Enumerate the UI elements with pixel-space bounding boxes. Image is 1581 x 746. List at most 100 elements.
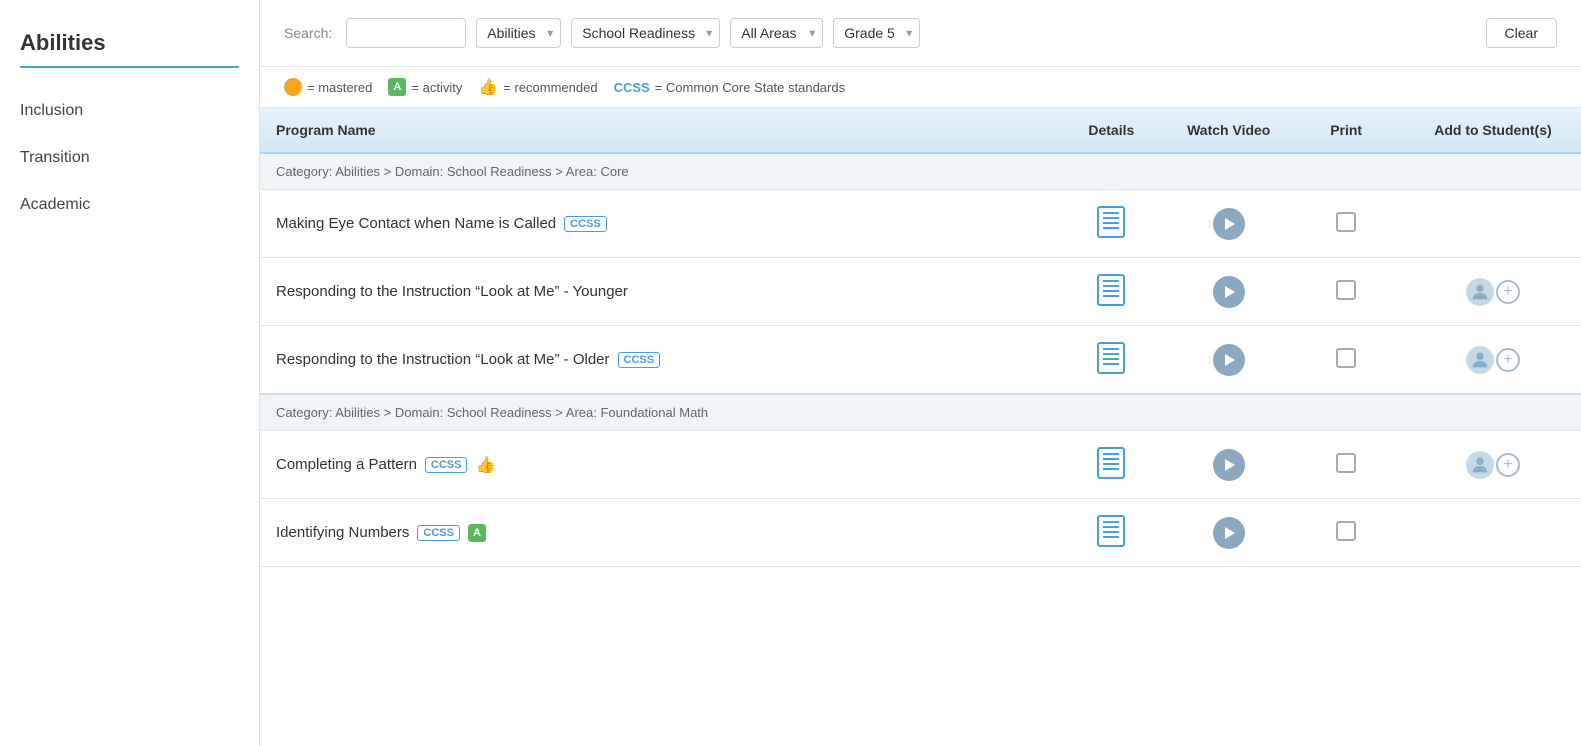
print-checkbox[interactable] xyxy=(1336,280,1356,300)
category-label: Category: Abilities > Domain: School Rea… xyxy=(260,153,1581,190)
play-video-button[interactable] xyxy=(1213,344,1245,376)
print-cell xyxy=(1287,258,1404,326)
play-video-button[interactable] xyxy=(1213,517,1245,549)
details-cell xyxy=(1053,190,1170,258)
header-add-to-students: Add to Student(s) xyxy=(1405,108,1581,153)
print-cell xyxy=(1287,431,1404,499)
table-row: Completing a Pattern CCSS 👍 xyxy=(260,431,1581,499)
details-icon[interactable] xyxy=(1097,342,1125,374)
ccss-desc: = Common Core State standards xyxy=(655,80,845,95)
header-print: Print xyxy=(1287,108,1404,153)
print-checkbox[interactable] xyxy=(1336,521,1356,541)
student-avatar xyxy=(1466,278,1494,306)
details-button[interactable] xyxy=(1097,206,1125,238)
video-cell xyxy=(1170,190,1287,258)
play-video-button[interactable] xyxy=(1213,208,1245,240)
clear-button[interactable]: Clear xyxy=(1486,18,1557,48)
sidebar-title: Abilities xyxy=(20,30,239,68)
video-cell xyxy=(1170,431,1287,499)
search-label: Search: xyxy=(284,25,332,41)
details-button[interactable] xyxy=(1097,342,1125,374)
sidebar-item-academic[interactable]: Academic xyxy=(20,182,239,229)
details-icon[interactable] xyxy=(1097,515,1125,547)
add-plus-button[interactable]: + xyxy=(1496,453,1520,477)
video-cell xyxy=(1170,499,1287,567)
program-name-cell: Responding to the Instruction “Look at M… xyxy=(260,258,1053,326)
details-icon[interactable] xyxy=(1097,447,1125,479)
add-student-td xyxy=(1405,499,1581,567)
activity-label: = activity xyxy=(411,80,462,95)
details-cell xyxy=(1053,258,1170,326)
programs-table-container: Program Name Details Watch Video Print A… xyxy=(260,108,1581,746)
details-icon[interactable] xyxy=(1097,206,1125,238)
domain-filter[interactable]: School Readiness xyxy=(571,18,720,48)
mastered-icon xyxy=(284,78,302,96)
legend-ccss: CCSS = Common Core State standards xyxy=(614,80,846,95)
add-student-td xyxy=(1405,190,1581,258)
sidebar-item-transition[interactable]: Transition xyxy=(20,135,239,182)
legend: = mastered A = activity 👍 = recommended … xyxy=(260,67,1581,108)
video-cell xyxy=(1170,258,1287,326)
print-cell xyxy=(1287,326,1404,395)
activity-icon: A xyxy=(388,78,406,96)
programs-table: Program Name Details Watch Video Print A… xyxy=(260,108,1581,567)
grade-filter-wrapper: Grade 5 xyxy=(833,18,920,48)
mastered-label: = mastered xyxy=(307,80,372,95)
play-video-button[interactable] xyxy=(1213,449,1245,481)
area-filter[interactable]: All Areas xyxy=(730,18,823,48)
area-filter-wrapper: All Areas xyxy=(730,18,823,48)
details-cell xyxy=(1053,326,1170,395)
program-name-text: Responding to the Instruction “Look at M… xyxy=(276,351,610,368)
program-name-text: Making Eye Contact when Name is Called xyxy=(276,215,556,232)
activity-badge: A xyxy=(468,524,486,542)
add-student-cell: + xyxy=(1421,278,1565,306)
table-row: Making Eye Contact when Name is Called C… xyxy=(260,190,1581,258)
details-icon[interactable] xyxy=(1097,274,1125,306)
legend-recommended: 👍 = recommended xyxy=(478,77,597,97)
program-name-cell: Responding to the Instruction “Look at M… xyxy=(260,326,1053,395)
add-student-td: + xyxy=(1405,326,1581,395)
grade-filter[interactable]: Grade 5 xyxy=(833,18,920,48)
header-details: Details xyxy=(1053,108,1170,153)
category-row-foundational-math: Category: Abilities > Domain: School Rea… xyxy=(260,394,1581,431)
add-plus-button[interactable]: + xyxy=(1496,348,1520,372)
details-button[interactable] xyxy=(1097,515,1125,547)
domain-filter-wrapper: School Readiness xyxy=(571,18,720,48)
recommended-icon: 👍 xyxy=(478,77,498,97)
table-row: Responding to the Instruction “Look at M… xyxy=(260,326,1581,395)
add-student-td: + xyxy=(1405,258,1581,326)
table-row: Responding to the Instruction “Look at M… xyxy=(260,258,1581,326)
sidebar-item-inclusion[interactable]: Inclusion xyxy=(20,88,239,135)
print-checkbox[interactable] xyxy=(1336,453,1356,473)
print-checkbox[interactable] xyxy=(1336,212,1356,232)
ccss-label: CCSS xyxy=(614,80,650,95)
search-input[interactable] xyxy=(346,18,466,48)
ccss-badge: CCSS xyxy=(425,457,468,473)
add-plus-button[interactable]: + xyxy=(1496,280,1520,304)
student-avatar xyxy=(1466,451,1494,479)
program-name-text: Completing a Pattern xyxy=(276,456,417,473)
details-button[interactable] xyxy=(1097,447,1125,479)
program-name-cell: Completing a Pattern CCSS 👍 xyxy=(260,431,1053,499)
program-name-text: Responding to the Instruction “Look at M… xyxy=(276,283,628,300)
add-student-cell: + xyxy=(1421,451,1565,479)
category-filter[interactable]: Abilities xyxy=(476,18,561,48)
main-content: Search: Abilities School Readiness All A… xyxy=(260,0,1581,746)
video-cell xyxy=(1170,326,1287,395)
print-checkbox[interactable] xyxy=(1336,348,1356,368)
details-button[interactable] xyxy=(1097,274,1125,306)
sidebar: Abilities Inclusion Transition Academic xyxy=(0,0,260,746)
details-cell xyxy=(1053,431,1170,499)
ccss-badge: CCSS xyxy=(417,525,460,541)
search-bar: Search: Abilities School Readiness All A… xyxy=(260,0,1581,67)
print-cell xyxy=(1287,499,1404,567)
category-label: Category: Abilities > Domain: School Rea… xyxy=(260,394,1581,431)
table-header: Program Name Details Watch Video Print A… xyxy=(260,108,1581,153)
add-student-cell: + xyxy=(1421,346,1565,374)
program-name-cell: Identifying Numbers CCSS A xyxy=(260,499,1053,567)
table-row: Identifying Numbers CCSS A xyxy=(260,499,1581,567)
play-video-button[interactable] xyxy=(1213,276,1245,308)
student-avatar xyxy=(1466,346,1494,374)
table-body: Category: Abilities > Domain: School Rea… xyxy=(260,153,1581,567)
ccss-badge: CCSS xyxy=(618,352,661,368)
